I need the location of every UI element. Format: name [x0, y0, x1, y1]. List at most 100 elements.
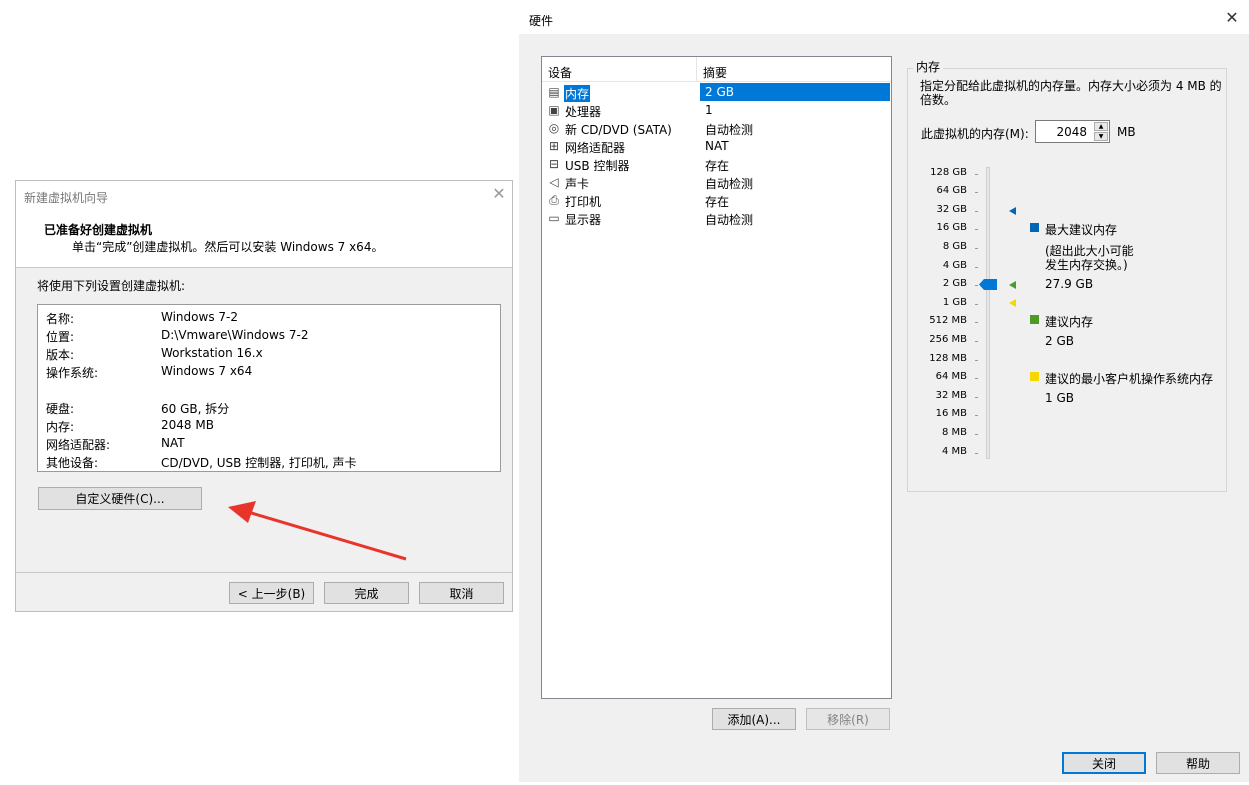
memory-value[interactable]: 2048 — [1056, 125, 1087, 139]
device-row-memory[interactable]: ▤ 内存 2 GB — [545, 83, 890, 102]
device-list[interactable]: 设备 摘要 ▤ 内存 2 GB ▣ 处理器 1 ◎ 新 CD/DVD (SATA… — [541, 56, 892, 699]
processor-icon: ▣ — [548, 103, 560, 117]
back-button[interactable]: < 上一步(B) — [229, 582, 314, 604]
device-name: 打印机 — [565, 195, 602, 209]
recommended-marker-icon — [1009, 281, 1016, 289]
sound-card-icon: ◁ — [549, 175, 559, 189]
scale-label: 32 GB — [936, 204, 967, 215]
memory-slider-track[interactable] — [986, 167, 990, 459]
customize-hardware-button[interactable]: 自定义硬件(C)... — [38, 487, 202, 510]
close-button[interactable]: 关闭 — [1062, 752, 1146, 774]
tick-mark — [975, 453, 978, 454]
device-row-cd-dvd[interactable]: ◎ 新 CD/DVD (SATA) 自动检测 — [545, 119, 890, 137]
tick-mark — [975, 192, 978, 193]
device-summary: NAT — [705, 139, 729, 153]
legend-recommended-value: 2 GB — [1045, 334, 1074, 348]
device-summary: 自动检测 — [705, 177, 754, 191]
tick-mark — [975, 341, 978, 342]
summary-row: 硬盘: 60 GB, 拆分 — [46, 402, 230, 416]
cd-dvd-icon: ◎ — [548, 121, 560, 135]
legend-max-note: 发生内存交换。) — [1045, 258, 1128, 272]
scale-label: 256 MB — [929, 334, 967, 345]
device-row-network-adapter[interactable]: ⊞ 网络适配器 NAT — [545, 137, 890, 155]
legend-min-swatch — [1030, 372, 1039, 381]
tick-mark — [975, 415, 978, 416]
device-name: 处理器 — [565, 105, 602, 119]
device-name: 内存 — [564, 85, 591, 102]
tick-mark — [975, 397, 978, 398]
summary-row: 其他设备: CD/DVD, USB 控制器, 打印机, 声卡 — [46, 456, 357, 470]
wizard-header: 已准备好创建虚拟机 单击“完成”创建虚拟机。然后可以安装 Windows 7 x… — [16, 211, 512, 268]
scale-label: 1 GB — [942, 297, 967, 308]
summary-row: 版本: Workstation 16.x — [46, 346, 263, 362]
device-summary: 存在 — [705, 195, 730, 209]
legend-max-label: 最大建议内存 — [1045, 223, 1118, 237]
tick-mark — [975, 229, 978, 230]
summary-row: 操作系统: Windows 7 x64 — [46, 364, 253, 380]
memory-field-label: 此虚拟机的内存(M): — [921, 127, 1029, 141]
hardware-dialog: 硬件 ✕ 设备 摘要 ▤ 内存 2 GB ▣ 处理器 1 ◎ 新 CD/DVD … — [519, 4, 1249, 782]
column-header-summary[interactable]: 摘要 — [703, 64, 727, 81]
memory-description: 指定分配给此虚拟机的内存量。内存大小必须为 4 MB 的倍数。 — [920, 79, 1222, 107]
close-icon[interactable]: ✕ — [491, 186, 507, 202]
legend-min-value: 1 GB — [1045, 391, 1074, 405]
device-row-printer[interactable]: ⎙ 打印机 存在 — [545, 191, 890, 209]
device-summary: 自动检测 — [705, 213, 754, 227]
tick-mark — [975, 248, 978, 249]
hardware-titlebar: 硬件 ✕ — [519, 4, 1249, 34]
network-adapter-icon: ⊞ — [548, 139, 560, 153]
cancel-button[interactable]: 取消 — [419, 582, 504, 604]
legend-min-label: 建议的最小客户机操作系统内存 — [1045, 372, 1214, 386]
tick-mark — [975, 360, 978, 361]
device-row-usb-controller[interactable]: ⊟ USB 控制器 存在 — [545, 155, 890, 173]
finish-button[interactable]: 完成 — [324, 582, 409, 604]
column-divider[interactable] — [696, 57, 697, 81]
scale-label: 2 GB — [942, 278, 967, 289]
wizard-titlebar: 新建虚拟机向导 ✕ — [16, 181, 512, 211]
scale-label: 4 GB — [942, 260, 967, 271]
legend-max-swatch — [1030, 223, 1039, 232]
device-row-processor[interactable]: ▣ 处理器 1 — [545, 101, 890, 119]
summary-row: 位置: D:\Vmware\Windows 7-2 — [46, 328, 309, 344]
max-recommended-marker-icon — [1009, 207, 1016, 215]
device-name: 声卡 — [565, 177, 590, 191]
memory-spinbox[interactable]: 2048 ▲ ▼ — [1035, 120, 1110, 143]
spin-up-icon[interactable]: ▲ — [1094, 122, 1108, 131]
summary-row: 内存: 2048 MB — [46, 418, 214, 434]
device-list-header: 设备 摘要 — [542, 57, 891, 82]
wizard-divider — [16, 572, 512, 573]
help-button[interactable]: 帮助 — [1156, 752, 1240, 774]
legend-max-value: 27.9 GB — [1045, 277, 1094, 291]
device-row-display[interactable]: ▭ 显示器 自动检测 — [545, 209, 890, 227]
scale-label: 64 GB — [936, 185, 967, 196]
summary-intro: 将使用下列设置创建虚拟机: — [37, 279, 186, 293]
hardware-title: 硬件 — [529, 14, 554, 28]
legend-recommended-label: 建议内存 — [1045, 315, 1094, 329]
tick-mark — [975, 285, 978, 286]
scale-label: 8 GB — [942, 241, 967, 252]
close-icon[interactable]: ✕ — [1224, 10, 1240, 26]
device-name: 网络适配器 — [565, 141, 626, 155]
tick-mark — [975, 434, 978, 435]
tick-mark — [975, 304, 978, 305]
device-name: 新 CD/DVD (SATA) — [565, 123, 672, 137]
tick-mark — [975, 211, 978, 212]
add-device-button[interactable]: 添加(A)... — [712, 708, 796, 730]
memory-slider-thumb[interactable] — [979, 279, 997, 290]
legend-recommended-swatch — [1030, 315, 1039, 324]
device-row-sound-card[interactable]: ◁ 声卡 自动检测 — [545, 173, 890, 191]
summary-row: 名称: Windows 7-2 — [46, 310, 238, 326]
scale-label: 128 MB — [929, 353, 967, 364]
column-header-device[interactable]: 设备 — [548, 64, 572, 81]
memory-group-title: 内存 — [913, 58, 944, 75]
summary-row: 网络适配器: NAT — [46, 436, 185, 452]
remove-device-button[interactable]: 移除(R) — [806, 708, 890, 730]
device-summary: 2 GB — [705, 85, 734, 99]
usb-icon: ⊟ — [548, 157, 560, 171]
printer-icon: ⎙ — [549, 193, 559, 207]
scale-label: 512 MB — [929, 315, 967, 326]
wizard-title: 新建虚拟机向导 — [24, 191, 109, 205]
scale-label: 32 MB — [935, 390, 967, 401]
scale-label: 8 MB — [941, 427, 967, 438]
spin-down-icon[interactable]: ▼ — [1094, 132, 1108, 141]
